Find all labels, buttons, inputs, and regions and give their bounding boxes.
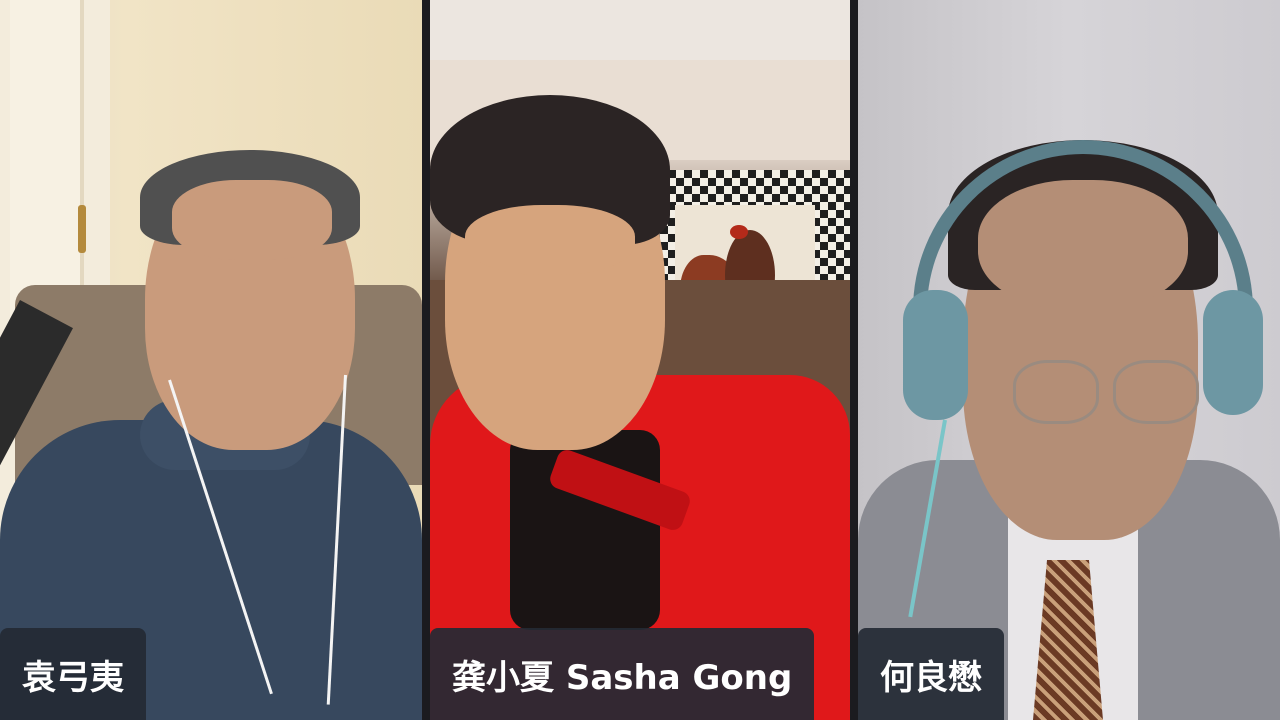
participant-name-label: 龚小夏 Sasha Gong xyxy=(430,628,815,720)
participant-name-label: 何良懋 xyxy=(858,628,1004,720)
video-tile-participant-2[interactable]: 龚小夏 Sasha Gong xyxy=(430,0,850,720)
video-feed xyxy=(430,0,850,720)
video-feed xyxy=(0,0,422,720)
participant-name-label: 袁弓夷 xyxy=(0,628,146,720)
video-tile-participant-3[interactable]: 何良懋 xyxy=(858,0,1280,720)
video-tile-participant-1[interactable]: 袁弓夷 xyxy=(0,0,422,720)
video-feed xyxy=(858,0,1280,720)
